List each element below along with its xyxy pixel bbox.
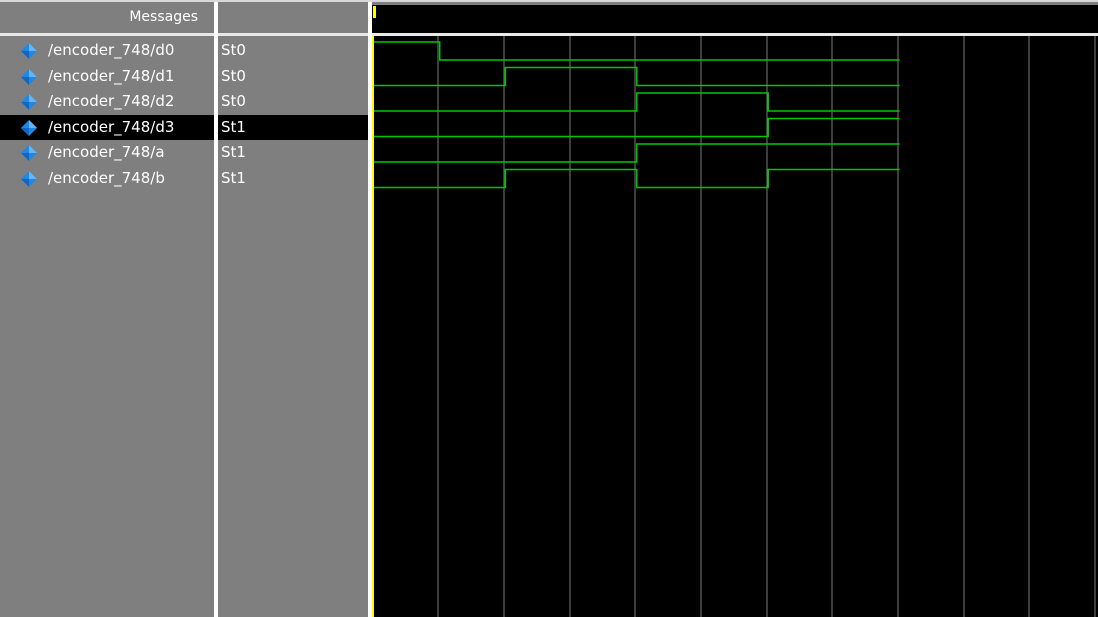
signal-waveform[interactable] xyxy=(374,92,900,112)
signal-waveform[interactable] xyxy=(374,117,900,138)
signal-name: /encoder_748/b xyxy=(48,168,165,187)
signal-value-cell[interactable]: St0 xyxy=(218,89,368,114)
signal-waveform[interactable] xyxy=(374,168,900,189)
signal-row[interactable]: /encoder_748/a St1 xyxy=(0,140,368,165)
signal-name: /encoder_748/d0 xyxy=(48,41,175,59)
signal-value-cell[interactable]: St1 xyxy=(218,114,368,140)
diamond-icon xyxy=(20,42,38,60)
signal-value-cell[interactable]: St0 xyxy=(218,38,368,63)
signal-value: St0 xyxy=(221,41,246,59)
diamond-icon xyxy=(20,68,38,86)
cursor-marker[interactable] xyxy=(373,6,376,18)
signal-value-cell[interactable]: St1 xyxy=(218,166,368,191)
signal-row[interactable]: /encoder_748/d3 St1 xyxy=(0,114,368,140)
diamond-icon xyxy=(20,144,38,162)
signal-name-cell[interactable]: /encoder_748/a xyxy=(0,140,214,165)
signal-row[interactable]: /encoder_748/b St1 xyxy=(0,166,368,191)
signal-row[interactable]: /encoder_748/d0 St0 xyxy=(0,38,368,63)
diamond-icon xyxy=(20,93,38,111)
signal-name-cell[interactable]: /encoder_748/b xyxy=(0,166,214,191)
wave-window: Messages /encoder_748/d0 St0/encoder_748/… xyxy=(0,0,1098,617)
messages-column-header[interactable]: Messages xyxy=(0,2,214,32)
signal-waveform[interactable] xyxy=(374,66,900,87)
signal-waveform[interactable] xyxy=(374,41,900,61)
diamond-icon xyxy=(20,170,38,188)
time-ruler[interactable] xyxy=(372,5,1098,33)
signal-waveform[interactable] xyxy=(374,143,900,163)
signal-value: St1 xyxy=(221,117,246,136)
signal-value: St1 xyxy=(221,143,246,161)
signal-value: St1 xyxy=(221,168,246,187)
signal-value-cell[interactable]: St0 xyxy=(218,64,368,89)
signal-name-cell[interactable]: /encoder_748/d0 xyxy=(0,38,214,63)
values-column-header[interactable] xyxy=(218,2,368,32)
signal-value: St0 xyxy=(221,92,246,110)
signal-value-cell[interactable]: St1 xyxy=(218,140,368,165)
signal-name: /encoder_748/d1 xyxy=(48,66,175,85)
signal-name: /encoder_748/d2 xyxy=(48,92,175,110)
signal-value: St0 xyxy=(221,66,246,85)
signal-name-cell[interactable]: /encoder_748/d1 xyxy=(0,64,214,89)
signal-row[interactable]: /encoder_748/d2 St0 xyxy=(0,89,368,114)
signal-row[interactable]: /encoder_748/d1 St0 xyxy=(0,64,368,89)
waveform-canvas[interactable] xyxy=(372,36,1098,617)
signal-name: /encoder_748/d3 xyxy=(48,117,175,136)
diamond-icon xyxy=(20,119,38,137)
signal-name-cell[interactable]: /encoder_748/d3 xyxy=(0,114,214,140)
messages-header-label: Messages xyxy=(129,9,198,25)
signal-name: /encoder_748/a xyxy=(48,143,165,161)
waveform-pane[interactable] xyxy=(372,36,1098,617)
signal-name-cell[interactable]: /encoder_748/d2 xyxy=(0,89,214,114)
